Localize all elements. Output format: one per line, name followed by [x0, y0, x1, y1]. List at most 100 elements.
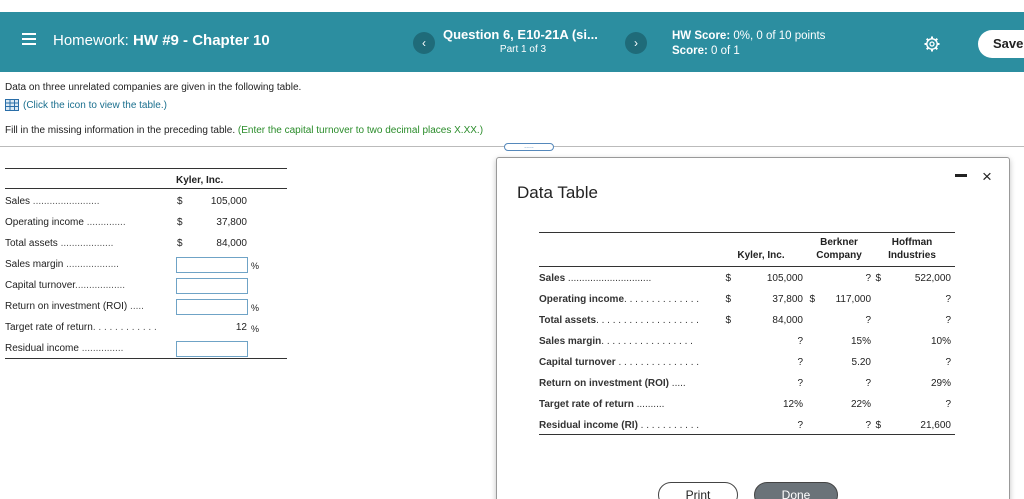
berkner-value: 22%: [850, 399, 871, 410]
kyler-value: ?: [797, 336, 803, 347]
data-row-roi: Return on investment (ROI) .....?? 29%: [539, 374, 955, 395]
leader-dots: . . . . . . . . . . . . . .: [624, 294, 700, 305]
homework-title: Homework: HW #9 - Chapter 10: [53, 32, 270, 49]
question-score-value: 0 of 1: [711, 45, 740, 57]
homework-title-prefix: Homework:: [53, 32, 134, 49]
next-question-button[interactable]: ›: [625, 32, 647, 54]
score-summary: HW Score: 0%, 0 of 10 points Score: 0 of…: [672, 29, 825, 59]
row-label-text: Sales: [539, 273, 566, 284]
column-header-kyler: Kyler, Inc.: [737, 250, 785, 261]
berkner-dollar: $: [809, 294, 815, 305]
hoffman-value: ?: [945, 315, 951, 326]
row-label-text: Capital turnover: [5, 280, 76, 291]
hw-score-value: 0%, 0 of 10 points: [733, 30, 826, 42]
data-row-total-assets: Total assets. . . . . . . . . . . . . . …: [539, 311, 955, 332]
percent-unit: %: [251, 303, 260, 313]
row-label: Sales margin ...................: [5, 259, 177, 270]
row-label-text: Target rate of return: [539, 399, 634, 410]
operating-income-value: 37,800: [216, 217, 247, 228]
dollar-sign: $: [177, 217, 183, 228]
worksheet-row-sales: Sales ........................ $ 105,000: [5, 193, 287, 213]
print-button[interactable]: Print: [658, 482, 738, 499]
dialog-title: Data Table: [517, 183, 598, 202]
row-label: Residual income (RI) . . . . . . . . . .…: [539, 420, 715, 431]
worksheet-row-sales-margin: Sales margin ................... %: [5, 256, 287, 276]
capital-turnover-input[interactable]: [176, 278, 248, 294]
berkner-value: 117,000: [835, 294, 871, 305]
kyler-dollar: $: [725, 294, 731, 305]
hamburger-menu-icon[interactable]: [22, 33, 36, 45]
worksheet-row-residual-income: Residual income ...............: [5, 340, 287, 360]
hoffman-value: ?: [945, 294, 951, 305]
view-table-link-text[interactable]: (Click the icon to view the table.): [23, 100, 167, 111]
leader-dots: ...............: [78, 343, 124, 354]
view-table-link[interactable]: (Click the icon to view the table.): [5, 99, 167, 111]
berkner-value: 5.20: [851, 357, 871, 368]
save-button[interactable]: Save: [978, 30, 1024, 58]
residual-income-input[interactable]: [176, 341, 248, 357]
leader-dots: .....: [669, 378, 686, 389]
column-header-hoffman: Hoffman Industries: [881, 236, 943, 262]
leader-dots: ........................: [30, 196, 100, 207]
row-label: Return on investment (ROI) .....: [5, 301, 177, 312]
row-label: Sales margin. . . . . . . . . . . . . . …: [539, 336, 715, 347]
homework-title-name: HW #9 - Chapter 10: [133, 32, 270, 49]
close-icon[interactable]: ×: [982, 168, 992, 186]
gear-icon[interactable]: [924, 36, 940, 52]
leader-dots: . . . . . . . . . . .: [637, 420, 700, 431]
leader-dots: . . . . . . . . . . . .: [92, 322, 157, 333]
table-grid-icon[interactable]: [5, 99, 19, 111]
table-top-rule: [539, 232, 955, 233]
row-label-text: Total assets: [539, 315, 597, 326]
question-score-label: Score:: [672, 45, 711, 57]
done-button[interactable]: Done: [754, 482, 838, 499]
worksheet-row-capital-turnover: Capital turnover..................: [5, 277, 287, 297]
row-label-text: Operating income: [5, 217, 84, 228]
leader-dots: ...................: [57, 238, 114, 249]
worksheet-row-operating-income: Operating income .............. $ 37,800: [5, 214, 287, 234]
sales-margin-input[interactable]: [176, 257, 248, 273]
column-header-hoffman-line2: Industries: [888, 250, 936, 261]
dollar-sign: $: [177, 238, 183, 249]
row-label-text: Return on investment (ROI): [5, 301, 128, 312]
previous-question-button[interactable]: ‹: [413, 32, 435, 54]
hoffman-value: 10%: [930, 336, 951, 347]
row-label-text: Capital turnover: [539, 357, 616, 368]
roi-input[interactable]: [176, 299, 248, 315]
percent-unit: %: [251, 324, 260, 334]
expand-toggle-button[interactable]: .....: [504, 143, 554, 151]
row-label-text: Sales margin: [539, 336, 602, 347]
kyler-value: 37,800: [772, 294, 803, 305]
kyler-value: 105,000: [766, 273, 803, 284]
row-label: Residual income ...............: [5, 343, 177, 354]
leader-dots: .....: [127, 301, 144, 312]
kyler-value: ?: [797, 357, 803, 368]
worksheet-company-header: Kyler, Inc.: [176, 175, 224, 186]
kyler-value: ?: [797, 420, 803, 431]
hw-score-label: HW Score:: [672, 30, 734, 42]
worksheet-header-rule: [5, 188, 287, 189]
row-label: Operating income ..............: [5, 217, 177, 228]
hoffman-value: ?: [945, 357, 951, 368]
data-row-target-rate: Target rate of return .......... 12% 22%?: [539, 395, 955, 416]
fill-in-instructions: Fill in the missing information in the p…: [5, 125, 483, 136]
berkner-value: ?: [865, 315, 871, 326]
fill-in-hint: (Enter the capital turnover to two decim…: [237, 125, 484, 136]
hw-score-line: HW Score: 0%, 0 of 10 points: [672, 29, 825, 44]
data-row-capital-turnover: Capital turnover . . . . . . . . . . . .…: [539, 353, 955, 374]
hoffman-value: 29%: [930, 378, 951, 389]
row-label: Target rate of return. . . . . . . . . .…: [5, 322, 177, 333]
kyler-value: ?: [797, 378, 803, 389]
worksheet-row-target-rate: Target rate of return. . . . . . . . . .…: [5, 319, 287, 339]
row-label-text: Total assets: [5, 238, 58, 249]
berkner-value: ?: [865, 273, 871, 284]
minimize-icon[interactable]: [955, 174, 967, 177]
hoffman-dollar: $: [875, 420, 881, 431]
berkner-value: ?: [865, 420, 871, 431]
leader-dots: . . . . . . . . . . . . . . .: [615, 357, 700, 368]
worksheet-top-rule: [5, 168, 287, 169]
hoffman-dollar: $: [875, 273, 881, 284]
column-header-berkner-line1: Berkner: [820, 237, 858, 248]
row-label-text: Sales margin: [5, 259, 64, 270]
target-rate-value: 12: [235, 322, 247, 333]
